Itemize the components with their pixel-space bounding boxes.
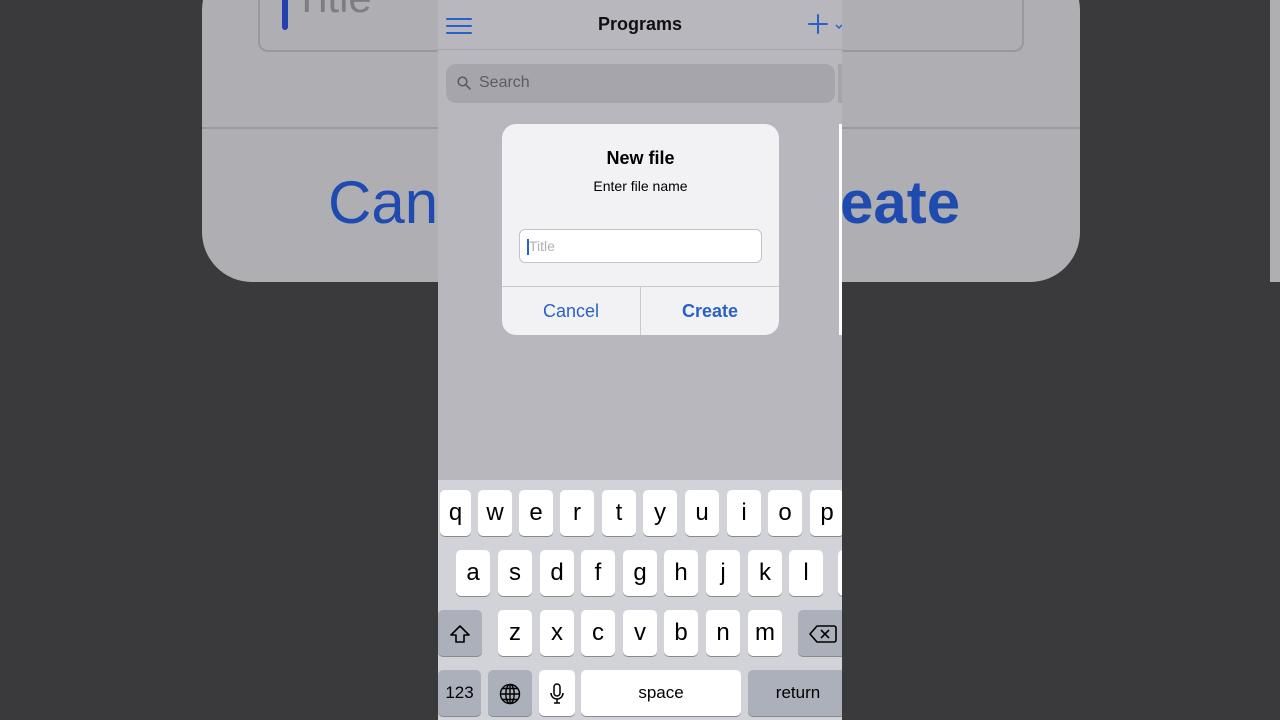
key-z[interactable]: z: [498, 610, 532, 656]
key-e[interactable]: e: [519, 490, 553, 536]
shift-key[interactable]: [438, 610, 482, 656]
side-panel-edge: [838, 64, 842, 103]
key-d[interactable]: d: [540, 550, 574, 596]
backdrop-strip: [1270, 0, 1280, 282]
key-s[interactable]: s: [498, 550, 532, 596]
phone-screen: Programs Search New file Enter file name…: [438, 0, 842, 720]
microphone-icon: [549, 679, 565, 706]
backdrop-cursor: [282, 0, 288, 30]
cancel-button[interactable]: Cancel: [502, 287, 640, 335]
dialog-title: New file: [606, 148, 675, 168]
side-panel-edge-white: [839, 124, 842, 335]
key-h[interactable]: h: [664, 550, 698, 596]
key-x[interactable]: x: [540, 610, 574, 656]
key-f[interactable]: f: [581, 550, 615, 596]
file-name-placeholder: Title: [529, 238, 555, 254]
key-g[interactable]: g: [623, 550, 657, 596]
key-m[interactable]: m: [748, 610, 782, 656]
key-y[interactable]: y: [643, 490, 677, 536]
shift-icon: [449, 619, 471, 646]
key-n[interactable]: n: [706, 610, 740, 656]
key-v[interactable]: v: [623, 610, 657, 656]
backdrop-title-placeholder: Title: [294, 0, 372, 22]
file-name-input[interactable]: Title: [519, 229, 762, 263]
key-r[interactable]: r: [560, 490, 594, 536]
key-k[interactable]: k: [748, 550, 782, 596]
search-field[interactable]: Search: [446, 64, 835, 103]
key-q[interactable]: q: [440, 490, 471, 536]
dialog-message: Enter file name: [593, 178, 688, 194]
key-w[interactable]: w: [478, 490, 512, 536]
keyboard: q w e r t y u i o p a s d f g h j k l z …: [438, 480, 842, 720]
plus-icon[interactable]: [808, 14, 828, 36]
new-file-dialog: New file Enter file name Title Cancel Cr…: [502, 124, 779, 335]
key-c[interactable]: c: [581, 610, 615, 656]
delete-key[interactable]: [798, 610, 842, 656]
page-title: Programs: [597, 14, 683, 34]
search-placeholder: Search: [479, 74, 530, 91]
key-o[interactable]: o: [768, 490, 802, 536]
numbers-key[interactable]: 123: [438, 670, 481, 716]
return-key[interactable]: return: [748, 670, 842, 716]
microphone-key[interactable]: [539, 670, 575, 716]
key-partial[interactable]: [838, 550, 842, 596]
backspace-icon: [809, 619, 837, 646]
globe-icon: [499, 679, 521, 706]
key-t[interactable]: t: [602, 490, 636, 536]
navigation-bar: Programs: [438, 0, 842, 50]
create-button[interactable]: Create: [641, 287, 779, 335]
key-i[interactable]: i: [727, 490, 761, 536]
backdrop-create-text: eate: [840, 169, 961, 236]
search-icon: [457, 76, 471, 90]
key-l[interactable]: l: [789, 550, 823, 596]
key-b[interactable]: b: [664, 610, 698, 656]
key-a[interactable]: a: [456, 550, 490, 596]
key-u[interactable]: u: [685, 490, 719, 536]
key-p[interactable]: p: [810, 490, 842, 536]
key-j[interactable]: j: [706, 550, 740, 596]
globe-key[interactable]: [488, 670, 532, 716]
space-key[interactable]: space: [581, 670, 741, 716]
chevron-down-icon[interactable]: [835, 22, 842, 32]
